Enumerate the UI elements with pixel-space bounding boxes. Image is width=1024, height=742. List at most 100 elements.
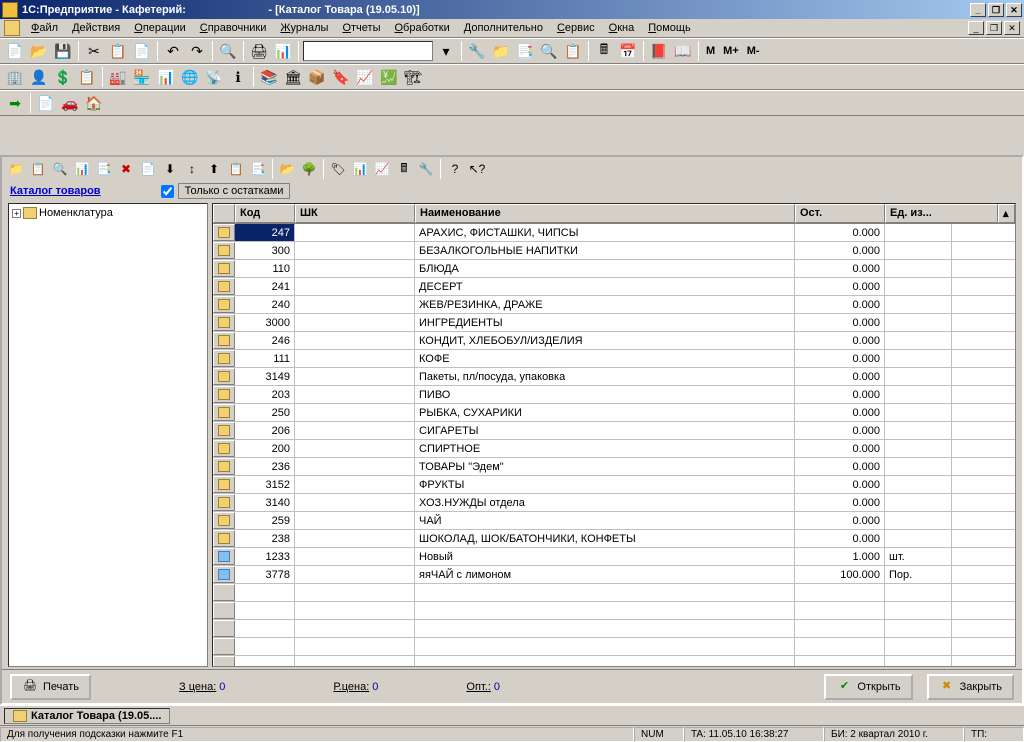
maximize-button[interactable]: ❐ [988, 3, 1004, 17]
icon[interactable]: 🔍 [50, 159, 70, 179]
icon[interactable]: 🏢 [4, 66, 26, 88]
memory-mplus[interactable]: M+ [720, 45, 742, 57]
help-icon[interactable]: 📖 [672, 40, 694, 62]
undo-icon[interactable]: ↶ [162, 40, 184, 62]
tool-icon[interactable]: 🔍 [538, 40, 560, 62]
icon[interactable]: 📂 [277, 159, 297, 179]
search-input[interactable] [303, 41, 433, 61]
preview-icon[interactable]: 📊 [272, 40, 294, 62]
table-row[interactable]: 259ЧАЙ0.000 [213, 512, 1015, 530]
tool-icon[interactable]: 📁 [490, 40, 512, 62]
close-button[interactable]: ✖Закрыть [927, 674, 1014, 700]
col-code[interactable]: Код [235, 204, 295, 223]
memory-m[interactable]: M [703, 45, 718, 57]
delete-icon[interactable]: ✖ [116, 159, 136, 179]
only-with-stock-checkbox[interactable] [161, 185, 174, 198]
col-icon[interactable] [213, 204, 235, 223]
menu-справочники[interactable]: Справочники [193, 20, 274, 36]
icon[interactable]: 📑 [248, 159, 268, 179]
icon[interactable]: 🌳 [299, 159, 319, 179]
table-row[interactable]: 3152ФРУКТЫ0.000 [213, 476, 1015, 494]
save-icon[interactable]: 💾 [52, 40, 74, 62]
arrow-icon[interactable]: ➡ [4, 92, 26, 114]
calendar-icon[interactable]: 📅 [617, 40, 639, 62]
table-row[interactable]: 3000ИНГРЕДИЕНТЫ0.000 [213, 314, 1015, 332]
paste-icon[interactable]: 📄 [131, 40, 153, 62]
table-row[interactable]: 236ТОВАРЫ "Эдем"0.000 [213, 458, 1015, 476]
new-icon[interactable]: 📄 [4, 40, 26, 62]
copy-icon[interactable]: 📋 [107, 40, 129, 62]
table-row[interactable]: 203ПИВО0.000 [213, 386, 1015, 404]
icon[interactable]: 🌐 [179, 66, 201, 88]
icon[interactable]: 📚 [258, 66, 280, 88]
open-button[interactable]: ✔Открыть [824, 674, 912, 700]
catalog-link[interactable]: Каталог товаров [10, 185, 101, 197]
menu-действия[interactable]: Действия [65, 20, 127, 36]
dropdown-icon[interactable]: ▾ [435, 40, 457, 62]
icon[interactable]: 🏗 [402, 66, 424, 88]
table-row[interactable]: 3778яяЧАЙ с лимоном100.000Пор. [213, 566, 1015, 584]
table-row[interactable]: 110БЛЮДА0.000 [213, 260, 1015, 278]
icon[interactable]: 📁 [6, 159, 26, 179]
print-icon[interactable]: 🖨 [248, 40, 270, 62]
icon[interactable]: 📄 [138, 159, 158, 179]
icon[interactable]: 📡 [203, 66, 225, 88]
close-button[interactable]: ✕ [1006, 3, 1022, 17]
icon[interactable]: ↕ [182, 159, 202, 179]
icon[interactable]: 🔖 [330, 66, 352, 88]
tool-icon[interactable]: 📑 [514, 40, 536, 62]
menu-файл[interactable]: Файл [24, 20, 65, 36]
icon[interactable]: 🏠 [83, 92, 105, 114]
icon[interactable]: ⬇ [160, 159, 180, 179]
menu-сервис[interactable]: Сервис [550, 20, 602, 36]
icon[interactable]: 📊 [350, 159, 370, 179]
icon[interactable]: 📋 [226, 159, 246, 179]
print-button[interactable]: 🖨Печать [10, 674, 91, 700]
icon[interactable]: 🏪 [131, 66, 153, 88]
icon[interactable]: ⬆ [204, 159, 224, 179]
memory-mminus[interactable]: M- [744, 45, 763, 57]
table-row[interactable]: 240ЖЕВ/РЕЗИНКА, ДРАЖЕ0.000 [213, 296, 1015, 314]
tree-root-item[interactable]: + Номенклатура [11, 206, 205, 220]
icon[interactable]: 📊 [72, 159, 92, 179]
menu-помощь[interactable]: Помощь [641, 20, 698, 36]
menu-окна[interactable]: Окна [602, 20, 642, 36]
icon[interactable]: 🏛 [282, 66, 304, 88]
icon[interactable]: 📊 [155, 66, 177, 88]
find-icon[interactable]: 🔍 [217, 40, 239, 62]
tool-icon[interactable]: 🔧 [466, 40, 488, 62]
table-row[interactable]: 206СИГАРЕТЫ0.000 [213, 422, 1015, 440]
grid-body[interactable]: 247АРАХИС, ФИСТАШКИ, ЧИПСЫ0.000300БЕЗАЛК… [213, 224, 1015, 666]
icon[interactable]: 🖩 [394, 159, 414, 179]
icon[interactable]: ℹ [227, 66, 249, 88]
icon[interactable]: 📈 [372, 159, 392, 179]
menu-обработки[interactable]: Обработки [387, 20, 456, 36]
icon[interactable]: 🏷 [328, 159, 348, 179]
col-ed[interactable]: Ед. из... [885, 204, 998, 223]
table-row[interactable]: 3140ХОЗ.НУЖДЫ отдела0.000 [213, 494, 1015, 512]
table-row[interactable]: 1233Новый1.000шт. [213, 548, 1015, 566]
table-row[interactable]: 238ШОКОЛАД, ШОК/БАТОНЧИКИ, КОНФЕТЫ0.000 [213, 530, 1015, 548]
icon[interactable]: 💹 [378, 66, 400, 88]
icon[interactable]: 📄 [35, 92, 57, 114]
child-minimize-button[interactable]: _ [968, 21, 984, 35]
icon[interactable]: 📋 [28, 159, 48, 179]
col-sk[interactable]: ШК [295, 204, 415, 223]
calc-icon[interactable]: 🖩 [593, 40, 615, 62]
table-row[interactable]: 246КОНДИТ, ХЛЕБОБУЛ/ИЗДЕЛИЯ0.000 [213, 332, 1015, 350]
table-row[interactable]: 241ДЕСЕРТ0.000 [213, 278, 1015, 296]
minimize-button[interactable]: _ [970, 3, 986, 17]
table-row[interactable]: 111КОФЕ0.000 [213, 350, 1015, 368]
taskbar-item[interactable]: Каталог Товара (19.05.... [4, 708, 170, 724]
icon[interactable]: 👤 [28, 66, 50, 88]
table-row[interactable]: 247АРАХИС, ФИСТАШКИ, ЧИПСЫ0.000 [213, 224, 1015, 242]
icon[interactable]: 🚗 [59, 92, 81, 114]
open-icon[interactable]: 📂 [28, 40, 50, 62]
menu-дополнительно[interactable]: Дополнительно [457, 20, 550, 36]
icon[interactable]: 📋 [76, 66, 98, 88]
menu-журналы[interactable]: Журналы [273, 20, 335, 36]
arrow-help-icon[interactable]: ↖? [467, 159, 487, 179]
table-row[interactable]: 3149Пакеты, пл/посуда, упаковка0.000 [213, 368, 1015, 386]
icon[interactable]: 📈 [354, 66, 376, 88]
icon[interactable]: 🔧 [416, 159, 436, 179]
